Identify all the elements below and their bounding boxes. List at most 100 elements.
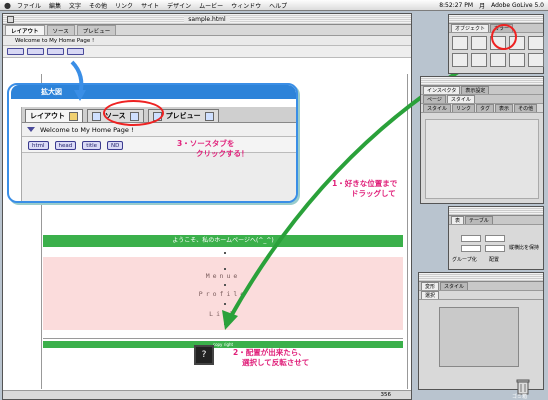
zoom-callout-title: 拡大図 (11, 85, 296, 99)
zoom-page-title-bar[interactable]: Welcome to My Home Page ! (22, 123, 296, 137)
head-tag-icon[interactable] (27, 48, 44, 55)
anchor-dot (224, 284, 226, 286)
menu-movie[interactable]: ムービー (199, 1, 223, 10)
selected-object-icon[interactable]: ? (194, 345, 214, 365)
transform-palette-tabs: 変形 スタイル (419, 282, 543, 291)
object-2-icon[interactable] (471, 36, 487, 50)
inspector-titlebar[interactable] (421, 77, 543, 86)
tab-transform[interactable]: 変形 (421, 282, 440, 290)
menu-edit[interactable]: 編集 (49, 1, 61, 10)
transform-subtabs: 選択 (419, 291, 543, 300)
preview-icon (204, 111, 214, 121)
objects-palette-titlebar[interactable] (449, 15, 543, 24)
y-position-field[interactable] (485, 235, 505, 242)
html-tag-icon[interactable] (7, 48, 24, 55)
disclosure-triangle-icon[interactable] (27, 127, 35, 132)
tab-table-2[interactable]: テーブル (465, 216, 493, 224)
object-7-icon[interactable] (471, 53, 487, 67)
document-title: sample.html (184, 16, 230, 23)
inspector-subtabs: ページ スタイル (421, 95, 543, 104)
object-10-icon[interactable] (528, 53, 544, 67)
menu-link[interactable]: リンク (115, 1, 133, 10)
menu-type[interactable]: 文字 (69, 1, 81, 10)
step3-note: 3・ソースタブを クリックする！ (177, 139, 249, 158)
height-field[interactable] (485, 245, 505, 252)
object-1-icon[interactable] (452, 36, 468, 50)
tab-select[interactable]: 選択 (421, 291, 440, 299)
anchor-dot (224, 252, 226, 254)
table-palette-titlebar[interactable] (449, 207, 543, 216)
object-highlight-circle (491, 24, 517, 50)
footer-banner: copy right (43, 341, 403, 348)
transform-preview (439, 307, 519, 367)
group-label: グループ化 (452, 257, 477, 263)
x-position-field[interactable] (461, 235, 481, 242)
trash-label: ゴミ箱 (512, 394, 528, 400)
tab-style[interactable]: スタイル (446, 95, 475, 103)
inspector-body (425, 119, 539, 199)
close-box-icon[interactable] (7, 16, 14, 23)
subtab-style[interactable]: スタイル (423, 104, 452, 112)
transform-palette: 変形 スタイル 選択 (418, 272, 544, 390)
subtab-link[interactable]: リンク (452, 104, 476, 112)
anchor-dot (224, 323, 226, 325)
object-8-icon[interactable] (490, 53, 506, 67)
table-palette: 表 テーブル 縦横比を保持 グループ化 配置 (448, 206, 544, 270)
zoom-window: レイアウト ソース プレビュー Welcome to My Home Page … (21, 107, 296, 201)
object-5-icon[interactable] (528, 36, 544, 50)
app-name[interactable]: Adobe GoLive 5.0 (491, 2, 544, 9)
tab-page[interactable]: ページ (423, 95, 446, 103)
anchor-dot (224, 268, 226, 270)
nd-tag-icon[interactable] (67, 48, 84, 55)
zoom-head-tag[interactable]: head (54, 141, 77, 150)
zoom-callout: 拡大図 レイアウト ソース プレビュー Welcome to My Home P… (7, 83, 298, 203)
zoom-tab-layout[interactable]: レイアウト (25, 109, 83, 122)
zoom-title-tag[interactable]: title (82, 141, 102, 150)
divider-line (43, 338, 403, 339)
tab-layout[interactable]: レイアウト (5, 25, 45, 35)
transform-palette-titlebar[interactable] (419, 273, 543, 282)
inspector-tabs: インスペクタ 表示設定 (421, 86, 543, 95)
object-6-icon[interactable] (452, 53, 468, 67)
menu-window[interactable]: ウィンドウ (231, 1, 261, 10)
tab-table[interactable]: 表 (451, 216, 465, 224)
tab-objects[interactable]: オブジェクト (451, 24, 490, 32)
keep-ratio-label[interactable]: 縦横比を保持 (509, 244, 539, 251)
source-doc-icon (92, 111, 101, 121)
page-title-bar[interactable]: Welcome to My Home Page ! (3, 36, 411, 46)
day-indicator: 月 (479, 3, 486, 10)
width-field[interactable] (461, 245, 481, 252)
tab-view-options[interactable]: 表示設定 (461, 86, 490, 94)
tab-transform-style[interactable]: スタイル (440, 282, 469, 290)
align-label: 配置 (489, 257, 500, 263)
menu-site[interactable]: サイト (141, 1, 159, 10)
menu-help[interactable]: ヘルプ (269, 1, 287, 10)
status-bar: 356 (3, 390, 411, 399)
title-tag-icon[interactable] (47, 48, 64, 55)
subtab-display[interactable]: 表示 (495, 104, 514, 112)
zoom-nd-tag[interactable]: ND (107, 141, 124, 150)
tab-source[interactable]: ソース (46, 25, 75, 35)
menubar: ● ファイル 編集 文字 その他 リンク サイト デザイン ムービー ウィンドウ… (0, 0, 548, 11)
menu-link: Link (209, 310, 237, 318)
subtab-tag[interactable]: タグ (476, 104, 495, 112)
subtab-other[interactable]: その他 (514, 104, 538, 112)
page-title: Welcome to My Home Page ! (15, 38, 95, 44)
inspector-palette: インスペクタ 表示設定 ページ スタイル スタイル リンク タグ 表示 その他 (420, 76, 544, 204)
welcome-banner-text: ようこそ、私のホームページへ(^_^) (172, 237, 274, 244)
zoom-html-tag[interactable]: html (28, 141, 49, 150)
tab-inspector[interactable]: インスペクタ (423, 86, 461, 94)
object-9-icon[interactable] (509, 53, 525, 67)
zoom-readout: 356 (380, 392, 392, 398)
menu-file[interactable]: ファイル (17, 1, 41, 10)
tab-preview[interactable]: プレビュー (76, 25, 117, 35)
apple-menu-icon[interactable]: ● (4, 1, 11, 10)
document-titlebar[interactable]: sample.html (3, 14, 411, 25)
menu-design[interactable]: デザイン (167, 1, 191, 10)
step1-note: 1・好きな位置まで ドラッグして (332, 179, 398, 198)
menu-special[interactable]: その他 (89, 1, 107, 10)
inspector-subtabs-2: スタイル リンク タグ 表示 その他 (421, 104, 543, 113)
menu-heading: Menue (205, 272, 241, 280)
document-tabs: レイアウト ソース プレビュー (3, 25, 411, 36)
welcome-banner: ようこそ、私のホームページへ(^_^) (43, 235, 403, 247)
